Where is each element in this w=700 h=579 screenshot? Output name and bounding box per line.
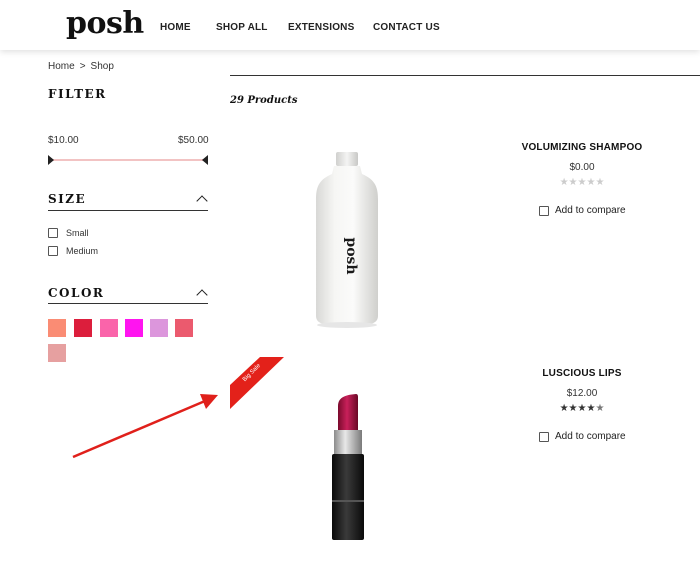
nav-home[interactable]: HOME (160, 22, 191, 33)
breadcrumb-current: Shop (90, 61, 114, 72)
color-swatch[interactable] (48, 344, 66, 362)
color-divider (48, 303, 208, 304)
size-small-checkbox[interactable] (48, 228, 58, 238)
product-price: $0.00 (569, 162, 595, 173)
color-swatch[interactable] (150, 319, 168, 337)
star-icon: ★ (568, 403, 578, 414)
chevron-up-icon[interactable] (196, 195, 208, 207)
product-price: $12.00 (566, 388, 598, 399)
sale-badge: Big Sale (230, 357, 286, 409)
products-count: 29 Products (230, 95, 298, 106)
size-option-label: Medium (66, 246, 99, 256)
star-icon: ★ (568, 177, 578, 188)
star-icon: ★ (559, 177, 569, 188)
site-header: posh HOME SHOP ALL EXTENSIONS CONTACT US (0, 0, 700, 50)
star-icon: ★ (595, 177, 605, 188)
size-divider (48, 210, 208, 211)
size-option-medium[interactable]: Medium (48, 246, 98, 256)
size-filter-title[interactable]: SIZE (48, 192, 86, 206)
color-filter-title[interactable]: COLOR (48, 286, 104, 300)
bottle-logo-text: posh (343, 237, 359, 275)
color-swatch[interactable] (100, 319, 118, 337)
site-logo[interactable]: posh (66, 6, 144, 41)
color-swatch[interactable] (125, 319, 143, 337)
compare-label: Add to compare (555, 205, 626, 216)
product-image-lipstick[interactable] (318, 392, 378, 549)
compare-checkbox[interactable] (539, 431, 549, 442)
breadcrumb-separator: > (79, 61, 86, 72)
product-rating-stars: ★★★★★ (472, 177, 692, 188)
star-icon: ★ (595, 403, 605, 414)
size-option-label: Small (66, 228, 89, 238)
add-to-compare[interactable]: Add to compare (539, 205, 626, 216)
product-rating-stars: ★★★★★ (472, 403, 692, 414)
compare-label: Add to compare (555, 431, 626, 442)
size-option-small[interactable]: Small (48, 228, 89, 238)
chevron-up-icon[interactable] (196, 289, 208, 301)
product-name[interactable]: LUSCIOUS LIPS (472, 368, 692, 379)
price-slider-min-handle[interactable] (48, 155, 54, 165)
color-swatch[interactable] (175, 319, 193, 337)
breadcrumb-home[interactable]: Home (48, 61, 75, 72)
price-max-label: $50.00 (178, 135, 209, 146)
color-swatch[interactable] (48, 319, 66, 337)
size-medium-checkbox[interactable] (48, 246, 58, 256)
nav-extensions[interactable]: EXTENSIONS (288, 22, 354, 33)
nav-contact-us[interactable]: CONTACT US (373, 22, 440, 33)
compare-checkbox[interactable] (539, 205, 549, 216)
breadcrumb: Home > Shop (48, 61, 114, 72)
color-swatch[interactable] (74, 319, 92, 337)
filter-title: FILTER (48, 87, 107, 101)
add-to-compare[interactable]: Add to compare (539, 431, 626, 442)
price-min-label: $10.00 (48, 135, 79, 146)
price-slider-track[interactable] (52, 159, 206, 161)
price-slider-max-handle[interactable] (202, 155, 208, 165)
product-name[interactable]: VOLUMIZING SHAMPOO (472, 142, 692, 153)
products-divider (230, 75, 700, 76)
nav-shop-all[interactable]: SHOP ALL (216, 22, 268, 33)
product-image-shampoo[interactable]: posh (300, 148, 400, 333)
star-icon: ★ (559, 403, 569, 414)
